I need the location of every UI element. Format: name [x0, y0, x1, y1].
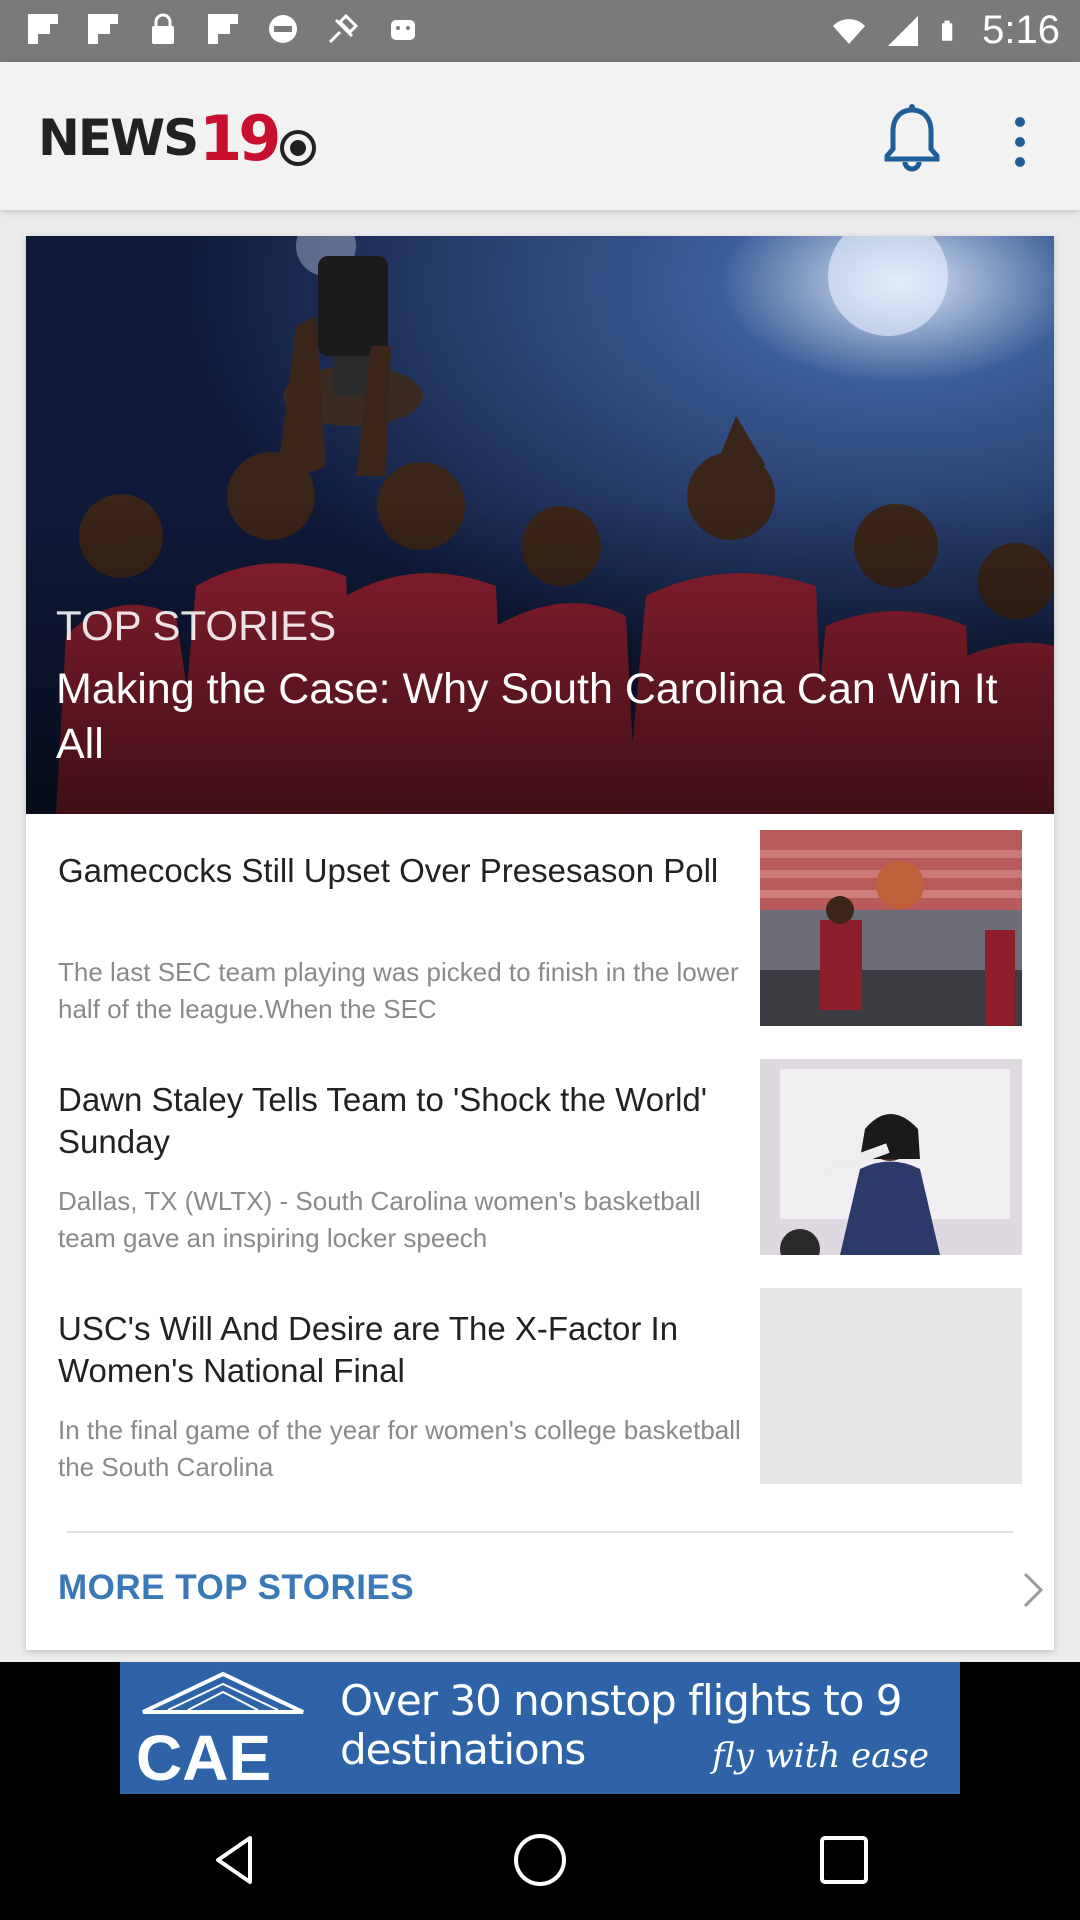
flipboard-icon	[88, 14, 118, 44]
cbs-eye-icon	[280, 130, 317, 166]
coach-speech-image	[760, 1059, 1022, 1255]
navigation-bar	[0, 1800, 1080, 1920]
cae-airport-logo: CAE	[136, 1671, 304, 1788]
more-top-stories-link[interactable]: MORE TOP STORIES	[58, 1568, 1048, 1628]
flipboard-icon	[28, 14, 58, 44]
fake-gps-icon	[328, 13, 359, 44]
top-stories-card: TOP STORIES Making the Case: Why South C…	[26, 236, 1054, 1650]
logo-text: NEWS	[38, 109, 199, 167]
story-description: Dallas, TX (WLTX) - South Carolina women…	[58, 1186, 701, 1253]
signal-icon	[888, 15, 919, 46]
more-vertical-icon[interactable]	[1000, 112, 1040, 172]
status-time: 5:16	[982, 8, 1060, 52]
story-thumbnail[interactable]	[760, 1059, 1022, 1255]
wifi-icon	[833, 18, 866, 44]
home-icon[interactable]	[510, 1830, 570, 1890]
ad-banner[interactable]: CAE Over 30 nonstop flights to 9 destina…	[120, 1662, 960, 1794]
hero-story[interactable]: TOP STORIES Making the Case: Why South C…	[26, 236, 1054, 814]
back-icon[interactable]	[206, 1830, 266, 1890]
story-description: The last SEC team playing was picked to …	[58, 957, 739, 1024]
status-bar: 5:16	[0, 0, 1080, 62]
story-title[interactable]: Gamecocks Still Upset Over Presesason Po…	[58, 850, 748, 892]
story-item[interactable]: USC's Will And Desire are The X-Factor I…	[26, 1288, 1054, 1508]
android-icon	[391, 20, 415, 40]
story-item[interactable]: Gamecocks Still Upset Over Presesason Po…	[26, 830, 1054, 1050]
lock-icon	[152, 13, 174, 44]
ad-logo-text: CAE	[136, 1722, 271, 1788]
news19-logo[interactable]: NEWS 19	[38, 102, 317, 175]
story-thumbnail[interactable]	[760, 830, 1022, 1026]
hero-kicker: TOP STORIES	[56, 602, 337, 649]
logo-number: 19	[199, 101, 281, 175]
story-title[interactable]: USC's Will And Desire are The X-Factor I…	[58, 1308, 748, 1392]
story-title[interactable]: Dawn Staley Tells Team to 'Shock the Wor…	[58, 1079, 748, 1163]
more-top-stories-label[interactable]: MORE TOP STORIES	[58, 1568, 414, 1608]
basketball-player-image	[760, 830, 1022, 1026]
divider	[66, 1531, 1014, 1533]
story-item[interactable]: Dawn Staley Tells Team to 'Shock the Wor…	[26, 1059, 1054, 1279]
hero-headline[interactable]: Making the Case: Why South Carolina Can …	[56, 662, 1016, 772]
ad-banner-container: CAE Over 30 nonstop flights to 9 destina…	[0, 1662, 1080, 1800]
blocked-icon	[269, 15, 297, 43]
ad-tagline: fly with ease	[712, 1736, 929, 1776]
bell-icon[interactable]	[882, 102, 942, 172]
battery-icon	[942, 20, 953, 41]
story-description: In the final game of the year for women'…	[58, 1415, 741, 1482]
recents-icon[interactable]	[814, 1830, 874, 1890]
story-thumbnail-placeholder[interactable]	[760, 1288, 1022, 1484]
chevron-right-icon[interactable]	[1020, 1570, 1046, 1610]
app-bar: NEWS 19	[0, 62, 1080, 210]
flipboard-icon	[208, 14, 238, 44]
